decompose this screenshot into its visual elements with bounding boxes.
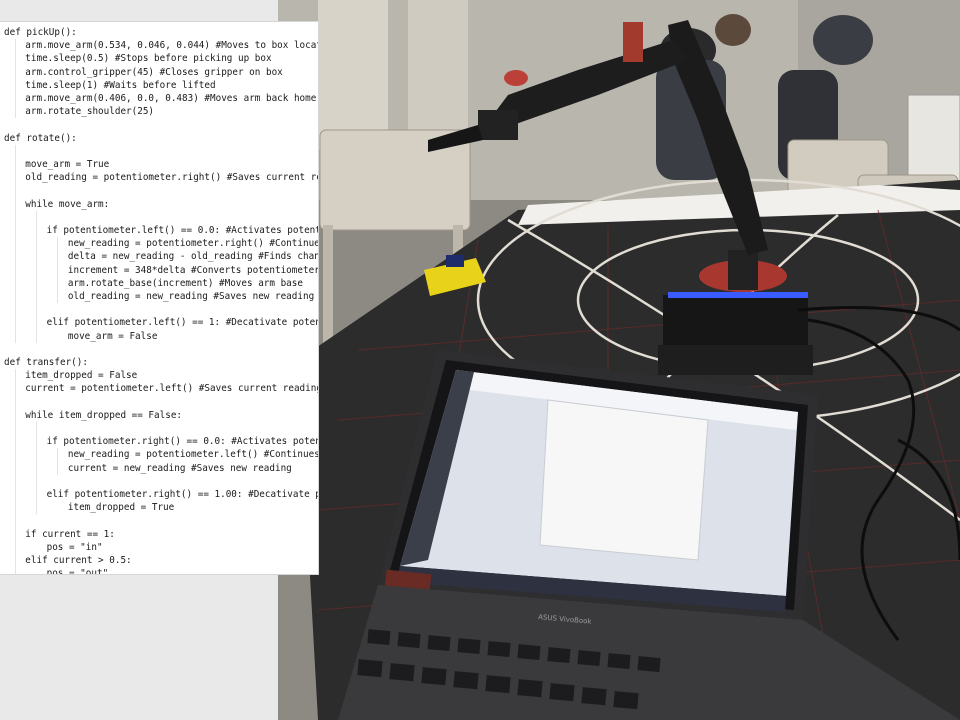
code-line: time.sleep(1) #Waits before lifted [25,79,216,91]
code-line: item_dropped = True [67,502,175,514]
code-snippet-panel: def pickUp(): arm.move_arm(0.534, 0.046, … [0,22,318,574]
code-line: increment = 348*delta #Converts potentio… [67,264,318,276]
code-line: def transfer(): [4,357,88,368]
code-line: elif potentiometer.left() == 1: #Decativ… [46,317,318,329]
code-line: new_reading = potentiometer.right() #Con… [67,238,318,250]
indent-guide [14,369,16,574]
lab-photo: ASUS VivoBook [278,0,960,720]
code-line: pos = "in" [46,541,103,553]
code-line: while item_dropped == False: [25,409,183,421]
code-line: if potentiometer.right() == 0.0: #Activa… [46,436,318,448]
code-line: new_reading = potentiometer.left() #Cont… [67,449,318,461]
code-line: if potentiometer.left() == 0.0: #Activat… [46,225,318,236]
code-line: elif potentiometer.right() == 1.00: #Dec… [46,489,318,500]
code-line: move_arm = False [67,330,158,342]
code-line: elif current > 0.5: [25,555,132,566]
code-line: if current == 1: [25,528,115,540]
code-line: arm.move_arm(0.534, 0.046, 0.044) #Moves… [25,40,318,52]
code-line: item_dropped = False [25,370,138,382]
code-line: current = potentiometer.left() #Saves cu… [25,383,318,395]
code-line: old_reading = potentiometer.right() #Sav… [25,172,318,184]
indent-guide [14,144,16,343]
code-line: def rotate(): [4,132,77,144]
indent-guide [57,237,59,304]
code-line: arm.rotate_base(increment) #Moves arm ba… [67,277,303,289]
code-line: move_arm = True [25,159,110,170]
code-line: def pickUp(): [4,27,77,38]
code-line: arm.rotate_shoulder(25) [25,106,155,118]
code-line: arm.control_gripper(45) #Closes gripper … [25,66,283,78]
indent-guide [14,39,16,119]
code-line: pos = "out" [46,568,109,574]
code-line: delta = new_reading - old_reading #Finds… [67,251,318,263]
code-line: time.sleep(0.5) #Stops before picking up… [25,53,272,65]
indent-guide [35,210,37,343]
code-line: current = new_reading #Saves new reading [67,462,292,474]
code-line: arm.move_arm(0.406, 0.0, 0.483) #Moves a… [25,93,317,104]
photo-illustration: ASUS VivoBook [278,0,960,720]
code-line: while move_arm: [25,198,110,210]
indent-guide [57,448,59,475]
indent-guide [35,422,37,515]
code-line: old_reading = new_reading #Saves new rea… [67,291,315,302]
